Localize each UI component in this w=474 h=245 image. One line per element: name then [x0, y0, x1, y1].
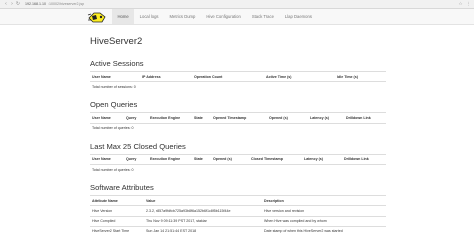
column-header: Opened (s)	[211, 153, 249, 165]
column-header: Execution Engine	[148, 153, 192, 165]
attribute-name: Hive Version	[90, 205, 144, 216]
table-row: Hive Compiled Thu Nov 9 09:11:39 PST 201…	[90, 215, 386, 227]
nav-item-local-logs[interactable]: Local logs	[134, 9, 164, 24]
attribute-value: Sun Jan 14 21:51:44 EST 2018	[144, 225, 262, 236]
attribute-description: Date stamp of when this HiveServer2 was …	[262, 225, 386, 236]
column-header: Opened (s)	[267, 112, 308, 124]
active-sessions-table: User Name IP Address Operation Count Act…	[90, 70, 386, 92]
nav-item-home[interactable]: Home	[112, 9, 135, 24]
open-queries-table: User Name Query Execution Engine State O…	[90, 112, 386, 133]
nav-item-metrics-dump[interactable]: Metrics Dump	[164, 9, 201, 24]
column-header: State	[192, 153, 211, 165]
star-icon[interactable]: ☆	[458, 1, 462, 7]
attribute-value: 2.3.2, r857a9fdfcb725a93b8f6a152b6f1c8f5…	[144, 205, 262, 216]
attribute-description: Hive version and revision	[262, 205, 386, 216]
address-bar[interactable]: 192.168.1.10:10002/hiveserver2.jsp	[25, 2, 84, 6]
open-queries-title: Open Queries	[90, 100, 138, 110]
column-header: Operation Count	[192, 70, 264, 83]
column-header: Latency (s)	[302, 153, 342, 165]
menu-icon[interactable]: ⋮	[467, 1, 472, 7]
page-title: HiveServer2	[90, 36, 143, 47]
attribute-description: When Hive was compiled and by whom	[262, 215, 386, 227]
column-header: State	[192, 112, 211, 124]
software-attributes-table: Attribute Name Value Description Hive Ve…	[90, 195, 386, 236]
reload-icon[interactable]: ↻	[15, 1, 21, 7]
nav-menu: Home Local logs Metrics Dump Hive Configura…	[112, 9, 317, 24]
table-row: HiveServer2 Start Time Sun Jan 14 21:51:…	[90, 225, 386, 236]
closed-queries-title: Last Max 25 Closed Queries	[90, 141, 186, 151]
software-attributes-title: Software Attributes	[90, 183, 154, 193]
column-header: Idle Time (s)	[335, 70, 386, 83]
column-header: Closed Timestamp	[249, 153, 302, 165]
table-header-row: User Name Query Execution Engine State O…	[90, 153, 386, 165]
column-header: Query	[124, 153, 148, 165]
main-content: HiveServer2 Active Sessions User Name IP…	[90, 26, 386, 245]
table-header-row: Attribute Name Value Description	[90, 195, 386, 207]
attribute-name: HiveServer2 Start Time	[90, 225, 144, 236]
column-header: User Name	[90, 153, 124, 165]
address-path: :10002/hiveserver2.jsp	[47, 2, 85, 6]
column-header: User Name	[90, 70, 140, 83]
total-closed-queries-count: Total number of queries: 0	[90, 163, 386, 175]
browser-toolbar: ‹ › ↻ 192.168.1.10:10002/hiveserver2.jsp…	[0, 0, 474, 9]
column-header: IP Address	[140, 70, 192, 83]
column-header: Execution Engine	[148, 112, 192, 124]
column-header: Active Time (s)	[264, 70, 335, 83]
column-header: Query	[124, 112, 148, 124]
column-header: Attribute Name	[90, 195, 144, 207]
column-header: User Name	[90, 112, 124, 124]
top-navbar: Home Local logs Metrics Dump Hive Configura…	[0, 9, 474, 25]
table-row: Total number of queries: 0	[90, 163, 386, 175]
table-row: Total number of sessions: 0	[90, 81, 386, 92]
column-header: Drilldown Link	[342, 153, 386, 165]
hive-logo-icon[interactable]	[87, 10, 107, 24]
table-header-row: User Name IP Address Operation Count Act…	[90, 70, 386, 83]
nav-item-stack-trace[interactable]: Stack Trace	[246, 9, 279, 24]
table-row: Hive Version 2.3.2, r857a9fdfcb725a93b8f…	[90, 205, 386, 216]
total-open-queries-count: Total number of queries: 0	[90, 122, 386, 133]
column-header: Value	[144, 195, 262, 207]
column-header: Drilldown Link	[344, 112, 386, 124]
table-row: Total number of queries: 0	[90, 122, 386, 133]
column-header: Latency (s)	[308, 112, 344, 124]
nav-item-hive-configuration[interactable]: Hive Configuration	[201, 9, 246, 24]
table-header-row: User Name Query Execution Engine State O…	[90, 112, 386, 124]
attribute-name: Hive Compiled	[90, 215, 144, 227]
closed-queries-table: User Name Query Execution Engine State O…	[90, 153, 386, 175]
attribute-value: Thu Nov 9 09:11:39 PST 2017, stakiar	[144, 215, 262, 227]
address-host: 192.168.1.10	[25, 2, 46, 6]
active-sessions-title: Active Sessions	[90, 59, 144, 68]
column-header: Description	[262, 195, 386, 207]
column-header: Opened Timestamp	[211, 112, 267, 124]
total-sessions-count: Total number of sessions: 0	[90, 81, 386, 92]
nav-item-llap-daemons[interactable]: Llap Daemons	[279, 9, 317, 24]
